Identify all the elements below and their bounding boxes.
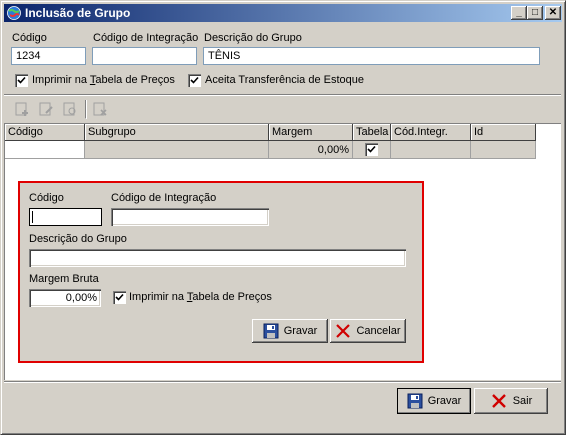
sub-descricao-field[interactable] (29, 249, 406, 267)
sub-imprimir-checkbox[interactable] (113, 291, 126, 304)
aceita-transferencia-checkbox[interactable] (188, 74, 201, 87)
exit-x-icon (491, 394, 506, 408)
dialog-window: Inclusão de Grupo _ □ ✕ Código 1234 Códi… (0, 0, 566, 435)
sub-gravar-button[interactable]: Gravar (252, 319, 328, 343)
edit-icon[interactable] (38, 101, 54, 117)
integracao-field[interactable] (92, 47, 197, 65)
codigo-label: Código (12, 32, 47, 44)
checkmark-icon (17, 76, 26, 84)
col-header-cod-integr[interactable]: Cód.Integr. (391, 124, 471, 141)
sub-cancelar-button[interactable]: Cancelar (330, 319, 406, 343)
checkmark-icon (115, 293, 124, 301)
window-title: Inclusão de Grupo (25, 6, 131, 20)
descricao-field[interactable]: TÊNIS (203, 47, 540, 65)
title-bar[interactable]: Inclusão de Grupo _ □ ✕ (4, 4, 562, 22)
margem-bruta-label: Margem Bruta (29, 273, 99, 285)
divider (4, 94, 561, 96)
margem-bruta-field[interactable]: 0,00% (29, 289, 101, 307)
table-row-cod-integr-cell[interactable] (391, 141, 471, 159)
toolbar-divider (85, 100, 87, 119)
copy-icon[interactable] (62, 101, 78, 117)
checkmark-icon (190, 76, 199, 84)
sub-descricao-label: Descrição do Grupo (29, 233, 127, 245)
sub-codigo-label: Código (29, 192, 64, 204)
col-header-id[interactable]: Id (471, 124, 536, 141)
close-icon: ✕ (548, 7, 558, 18)
minimize-icon: _ (516, 7, 522, 18)
sub-gravar-label: Gravar (283, 325, 318, 337)
sub-imprimir-label: Imprimir na Tabela de Preços (129, 291, 272, 303)
add-icon[interactable] (14, 101, 30, 117)
col-header-codigo[interactable]: Código (5, 124, 85, 141)
text-cursor (32, 211, 33, 224)
minimize-button[interactable]: _ (511, 6, 527, 20)
floppy-disk-icon (407, 393, 423, 409)
table-row-margem-cell[interactable]: 0,00% (269, 141, 353, 159)
table-row-id-cell[interactable] (471, 141, 536, 159)
delete-icon[interactable] (92, 101, 108, 117)
sair-label: Sair (512, 395, 533, 407)
codigo-field[interactable]: 1234 (11, 47, 86, 65)
table-row-tabela-cell[interactable] (353, 141, 391, 159)
integracao-label: Código de Integração (93, 32, 199, 44)
gravar-button[interactable]: Gravar (397, 388, 471, 414)
col-header-tabela[interactable]: Tabela (353, 124, 391, 141)
aceita-transferencia-label: Aceita Transferência de Estoque (205, 74, 364, 86)
imprimir-label: Imprimir na Tabela de Preços (32, 74, 175, 86)
col-header-subgrupo[interactable]: Subgrupo (85, 124, 269, 141)
sub-codigo-field[interactable] (29, 208, 102, 226)
sub-integracao-field[interactable] (111, 208, 269, 226)
footer-divider (4, 381, 561, 383)
imprimir-checkbox[interactable] (15, 74, 28, 87)
col-header-margem[interactable]: Margem (269, 124, 353, 141)
maximize-button[interactable]: □ (527, 6, 543, 20)
sub-integracao-label: Código de Integração (111, 192, 217, 204)
gravar-label: Gravar (427, 395, 462, 407)
sub-cancelar-label: Cancelar (356, 325, 401, 337)
sair-button[interactable]: Sair (474, 388, 548, 414)
checkmark-icon (367, 145, 376, 153)
subgroup-edit-panel: Código Código de Integração Descrição do… (18, 181, 424, 363)
table-row-codigo-cell[interactable] (5, 141, 85, 159)
cancel-x-icon (336, 324, 351, 338)
floppy-disk-icon (263, 323, 279, 339)
maximize-icon: □ (531, 7, 539, 18)
table-row-subgrupo-cell[interactable] (85, 141, 269, 159)
descricao-label: Descrição do Grupo (204, 32, 302, 44)
tabela-checkbox[interactable] (365, 143, 378, 156)
close-button[interactable]: ✕ (545, 6, 561, 20)
app-globe-icon (7, 6, 21, 20)
